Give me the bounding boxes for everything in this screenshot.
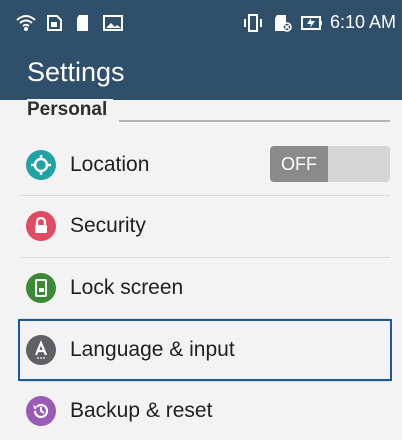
- app-bar: Settings: [0, 45, 402, 100]
- divider: [20, 257, 390, 258]
- sim-icon: [45, 14, 65, 32]
- lock-screen-icon: [26, 273, 56, 303]
- settings-item-backup-reset[interactable]: Backup & reset: [20, 382, 390, 440]
- settings-item-lock-screen[interactable]: Lock screen: [20, 259, 390, 317]
- sd-card-icon: [74, 14, 94, 32]
- sd-card-off-icon: [272, 14, 292, 32]
- settings-item-location[interactable]: Location OFF: [20, 136, 390, 194]
- section-label: Personal: [27, 99, 114, 121]
- divider: [20, 318, 390, 319]
- settings-item-label: Security: [70, 214, 146, 237]
- section-divider: [119, 120, 390, 122]
- settings-item-language-input[interactable]: Language & input: [18, 319, 392, 381]
- status-icons-left: [16, 0, 123, 45]
- settings-item-security[interactable]: Security: [20, 197, 390, 255]
- settings-item-label: Lock screen: [70, 276, 184, 299]
- lock-icon: [26, 211, 56, 241]
- language-icon: [26, 335, 56, 365]
- battery-charging-icon: [300, 14, 322, 32]
- settings-item-label: Language & input: [70, 338, 235, 361]
- location-icon: [26, 150, 56, 180]
- location-toggle[interactable]: OFF: [270, 146, 390, 182]
- divider: [20, 195, 390, 196]
- settings-list: Personal Location OFF Security Lock scre…: [0, 99, 402, 432]
- backup-icon: [26, 396, 56, 426]
- status-icons-right: 6:10 AM: [243, 0, 396, 45]
- vibrate-icon: [243, 13, 263, 32]
- toggle-state: OFF: [270, 146, 328, 182]
- status-time: 6:10 AM: [329, 12, 396, 32]
- status-bar: 6:10 AM: [0, 0, 402, 45]
- page-title: Settings: [27, 57, 125, 87]
- wifi-icon: [16, 14, 36, 32]
- settings-item-label: Location: [70, 153, 150, 176]
- settings-item-label: Backup & reset: [70, 399, 213, 422]
- image-icon: [103, 14, 123, 32]
- section-header-personal: Personal: [27, 99, 390, 124]
